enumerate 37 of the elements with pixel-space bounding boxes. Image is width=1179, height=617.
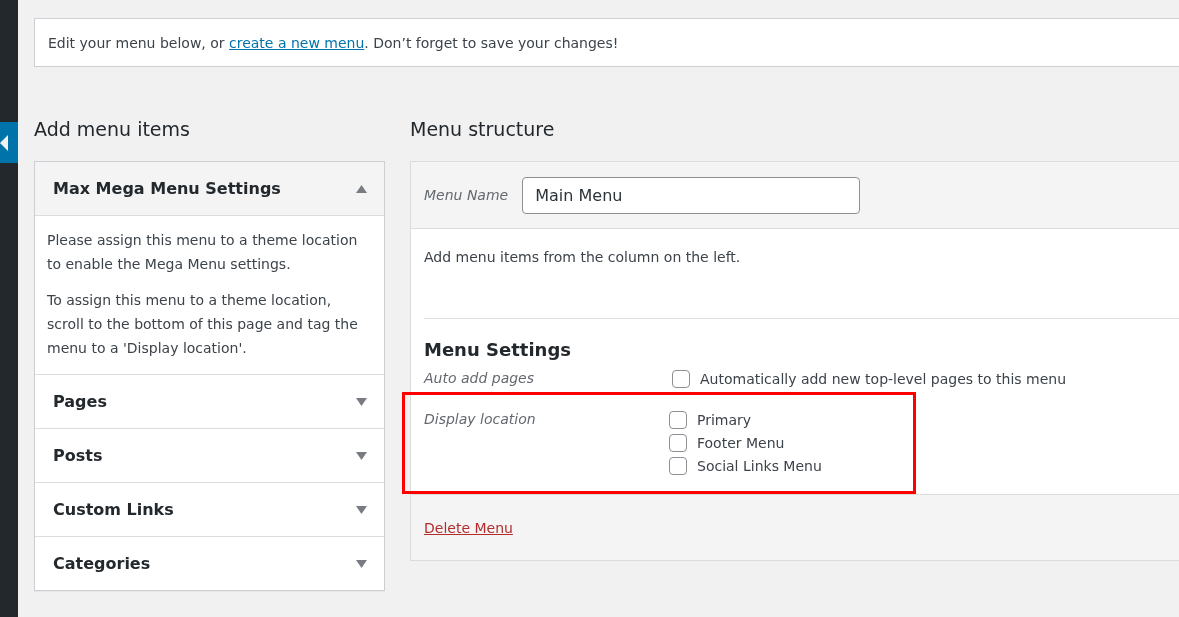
create-menu-link[interactable]: create a new menu	[229, 34, 365, 51]
accordion-title: Max Mega Menu Settings	[53, 179, 281, 198]
checkbox[interactable]	[669, 457, 687, 475]
expand-arrow-icon[interactable]	[356, 397, 367, 406]
accordion-title: Posts	[53, 446, 103, 465]
checkbox-label: Primary	[697, 412, 752, 428]
expand-arrow-icon[interactable]	[356, 451, 367, 460]
checkbox-label: Footer Menu	[697, 435, 785, 451]
checkbox[interactable]	[669, 411, 687, 429]
accordion-header[interactable]: Posts	[35, 428, 384, 482]
expand-arrow-icon[interactable]	[356, 505, 367, 514]
accordion-title: Custom Links	[53, 500, 174, 519]
accordion-header[interactable]: Custom Links	[35, 482, 384, 536]
accordion-title: Pages	[53, 392, 107, 411]
notch-icon	[0, 134, 8, 151]
accordion-header[interactable]: Max Mega Menu Settings	[35, 162, 384, 215]
help-text: To assign this menu to a theme location, scroll to the bottom of this page and tag the menu to a 'Display location'.	[47, 291, 359, 358]
notice-text: Edit your menu below, or create a new menu. Don’t forget to save your changes!	[48, 34, 619, 51]
collapse-arrow-icon[interactable]	[356, 184, 367, 193]
checkbox-label: Automatically add new top-level pages to this menu	[700, 371, 1067, 387]
setting-label: Display location	[424, 411, 537, 429]
help-text: Please assign this menu to a theme location to enable the Mega Menu settings.	[47, 231, 359, 274]
checkbox[interactable]	[669, 434, 687, 452]
settings-heading: Menu Settings	[424, 339, 572, 360]
delete-menu-link[interactable]: Delete Menu	[424, 519, 513, 536]
accordion-title: Categories	[53, 554, 151, 573]
hint-text: Add menu items from the column on the left.	[424, 249, 742, 265]
checkbox-label: Social Links Menu	[697, 458, 822, 474]
accordion-header[interactable]: Categories	[35, 536, 384, 590]
accordion-header[interactable]: Pages	[35, 374, 384, 428]
expand-arrow-icon[interactable]	[356, 559, 367, 568]
field-label: Menu Name	[424, 187, 509, 203]
checkbox[interactable]	[672, 370, 690, 388]
section-heading: Menu structure	[410, 118, 556, 142]
section-heading: Add menu items	[34, 118, 191, 142]
setting-label: Auto add pages	[424, 370, 536, 388]
menu-name-field[interactable]: Main Menu	[522, 176, 861, 214]
